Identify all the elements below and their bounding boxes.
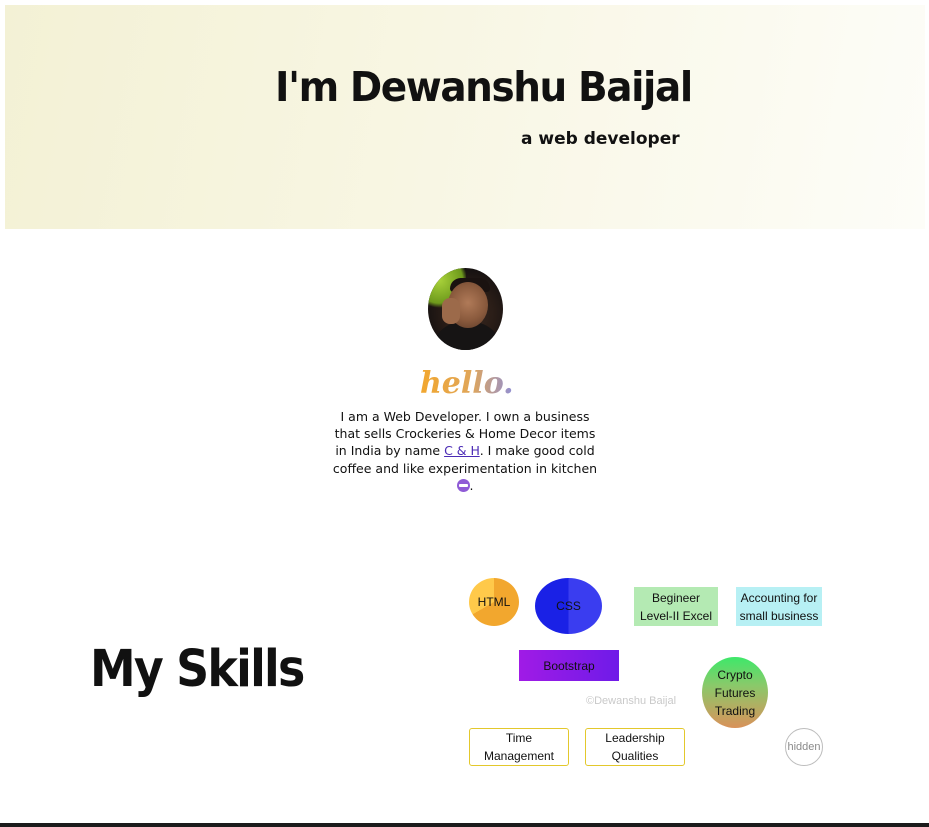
bottom-border	[0, 823, 929, 827]
skill-time-management: Time Management	[469, 728, 569, 766]
skill-crypto-trading: Crypto Futures Trading	[702, 657, 768, 728]
skill-html: HTML	[469, 578, 519, 626]
skill-hidden: hidden	[785, 728, 823, 766]
avatar-hand	[442, 298, 460, 324]
skill-excel: Begineer Level-II Excel	[634, 587, 718, 626]
skill-leadership: Leadership Qualities	[585, 728, 685, 766]
about-text-end: .	[469, 477, 474, 493]
profile-avatar	[428, 268, 503, 350]
skill-css: CSS	[535, 578, 602, 634]
hero-subtitle: a web developer	[521, 129, 680, 149]
copyright-text: ©Dewanshu Baijal	[586, 695, 677, 707]
skill-bootstrap: Bootstrap	[519, 650, 619, 681]
hello-text: hello.	[420, 366, 512, 400]
hero-title: I'm Dewanshu Baijal	[275, 63, 693, 111]
skill-accounting: Accounting for small business	[736, 587, 822, 626]
about-paragraph: I am a Web Developer. I own a business t…	[330, 408, 600, 494]
business-link[interactable]: C & H	[444, 443, 480, 458]
hello-greeting: hello.	[420, 366, 512, 400]
ninja-emoji-icon	[456, 478, 470, 492]
skills-heading: My Skills	[90, 640, 305, 699]
hero-banner: I'm Dewanshu Baijal a web developer	[5, 5, 925, 229]
